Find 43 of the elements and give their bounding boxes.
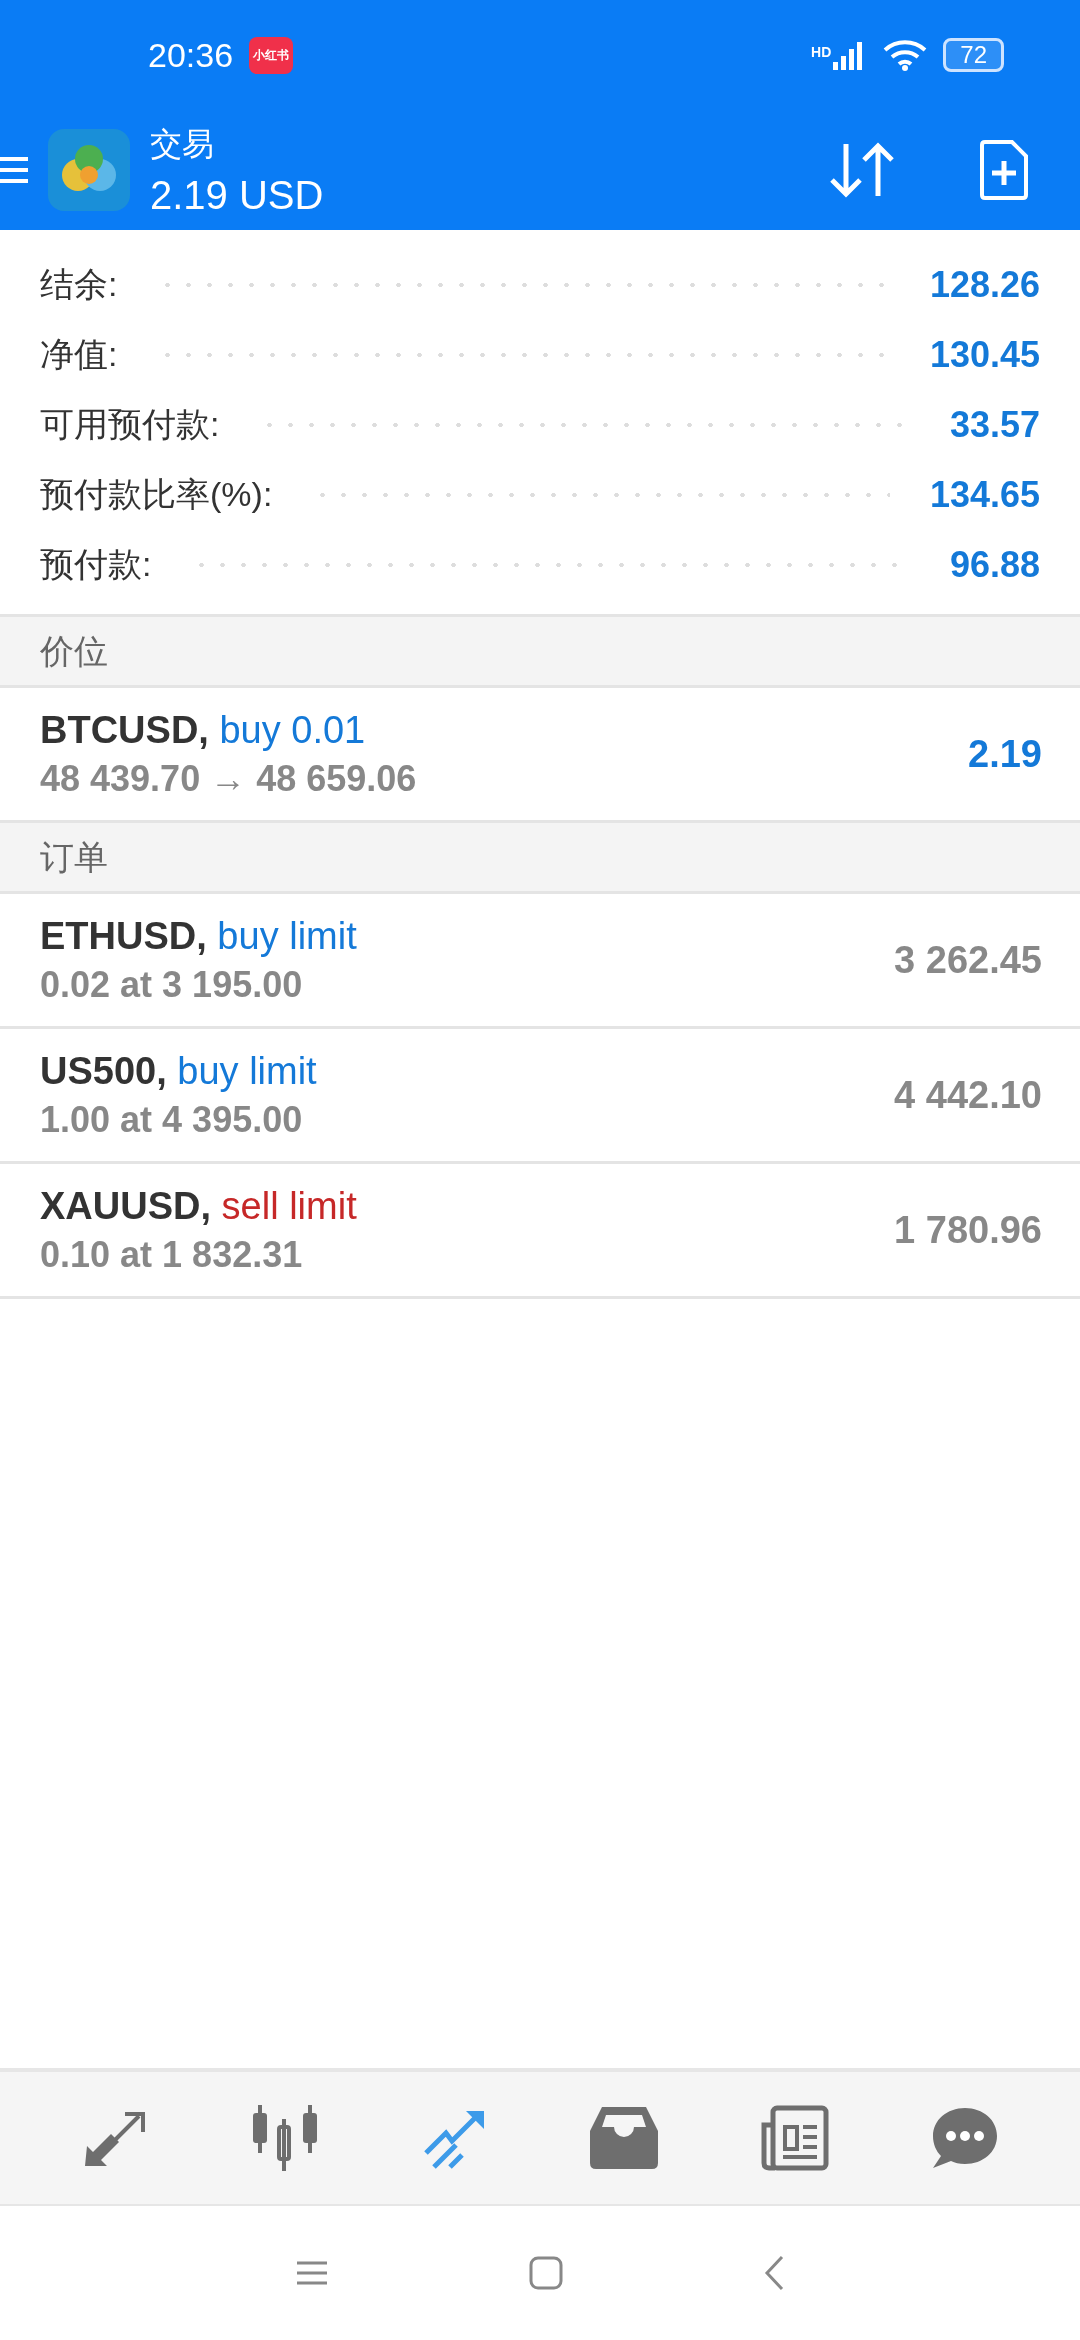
menu-icon[interactable] <box>0 155 28 185</box>
back-icon[interactable] <box>763 2255 785 2291</box>
trade-detail: 1.00 at 4 395.00 <box>40 1098 304 1141</box>
summary-value: 33.57 <box>949 404 1040 446</box>
screen-title: 交易 <box>150 124 215 164</box>
profit-value: 2.19 <box>968 732 1042 776</box>
account-profit: 2.19 USD <box>150 172 324 218</box>
order-row[interactable]: XAUUSD, sell limit 0.10 at 1 832.31 1 780.96 <box>0 1164 1080 1299</box>
price-value: 4 442.10 <box>894 1073 1042 1117</box>
recents-icon[interactable] <box>295 2260 329 2286</box>
summary-label: 净值: <box>40 334 118 375</box>
inbox-icon <box>589 2107 658 2169</box>
summary-label: 预付款比率(%): <box>40 474 273 515</box>
summary-value: 128.26 <box>929 264 1040 306</box>
summary-value: 130.45 <box>929 334 1040 376</box>
network-type: HD <box>811 44 832 60</box>
summary-label: 可用预付款: <box>40 404 220 445</box>
summary-value: 134.65 <box>929 474 1040 516</box>
section-header: 价位 <box>0 617 1080 688</box>
new-order-icon[interactable] <box>978 139 1030 201</box>
home-icon[interactable] <box>529 2256 563 2290</box>
app-logo-icon <box>48 129 130 211</box>
trade-detail: 0.02 at 3 195.00 <box>40 963 304 1006</box>
summary-label: 预付款: <box>40 544 152 585</box>
app-notification-badge: 小红书 <box>249 36 294 74</box>
trade-detail: 48 439.70 → 48 659.06 <box>40 757 418 800</box>
newspaper-icon <box>759 2105 830 2171</box>
trade-title: BTCUSD, buy 0.01 <box>40 708 367 752</box>
order-row[interactable]: US500, buy limit 1.00 at 4 395.00 4 442.10 <box>0 1029 1080 1164</box>
price-value: 3 262.45 <box>894 938 1042 982</box>
summary-label: 结余: <box>40 264 118 305</box>
price-value: 1 780.96 <box>894 1208 1042 1252</box>
trade-title: XAUUSD, sell limit <box>40 1184 358 1228</box>
chat-bubble-icon <box>931 2106 1000 2170</box>
section-header: 订单 <box>0 823 1080 894</box>
trade-detail: 0.10 at 1 832.31 <box>40 1233 304 1276</box>
trade-title: US500, buy limit <box>40 1049 318 1093</box>
battery-indicator: 72 <box>943 38 1004 72</box>
trade-title: ETHUSD, buy limit <box>40 914 358 958</box>
summary-value: 96.88 <box>949 544 1040 586</box>
order-row[interactable]: ETHUSD, buy limit 0.02 at 3 195.00 3 262.45 <box>0 894 1080 1029</box>
wifi-icon <box>883 39 928 71</box>
status-time: 20:36 <box>148 35 234 75</box>
